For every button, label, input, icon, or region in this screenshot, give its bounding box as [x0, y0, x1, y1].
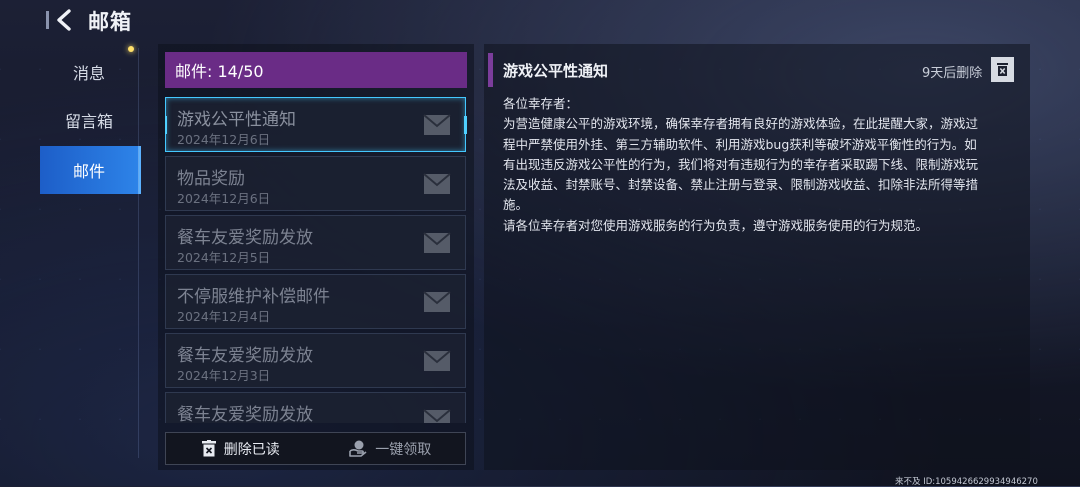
delete-read-button[interactable]: 删除已读 [166, 433, 316, 464]
mail-item[interactable]: 不停服维护补偿邮件 2024年12月4日 [165, 274, 466, 329]
mail-subject: 不停服维护补偿邮件 [177, 287, 330, 307]
mail-subject: 餐车友爱奖励发放 [177, 228, 313, 248]
mail-date: 2024年12月3日 [177, 368, 271, 383]
mail-item[interactable]: 餐车友爱奖励发放 [165, 392, 466, 423]
mail-body-greeting: 各位幸存者： [503, 96, 579, 111]
mail-body-line: 请各位幸存者对您使用游戏服务的行为负责，遵守游戏服务使用的行为规范。 [503, 217, 929, 233]
expire-label: 9天后删除 [922, 66, 983, 81]
trash-icon [201, 440, 216, 457]
mail-subject: 游戏公平性通知 [177, 110, 296, 130]
mail-item[interactable]: 游戏公平性通知 2024年12月6日 [165, 97, 467, 152]
mail-body-line: 施。 [503, 197, 529, 213]
envelope-icon [423, 114, 451, 135]
claim-hand-icon [349, 440, 367, 457]
mail-date: 2024年12月6日 [177, 191, 271, 206]
claim-all-button[interactable]: 一键领取 [316, 433, 466, 464]
mail-body-line: 法及收益、封禁账号、封禁设备、禁止注册与登录、限制游戏收益、扣除非法所得等措 [503, 177, 979, 193]
header: 邮箱 [0, 0, 400, 42]
envelope-icon [423, 232, 451, 253]
mail-body-line: 有出现违反游戏公平性的行为，我们将对有违规行为的幸存者采取踢下线、限制游戏玩 [503, 156, 979, 172]
mail-body-line: 为营造健康公平的游戏环境，确保幸存者拥有良好的游戏体验，在此提醒大家，游戏过 [503, 116, 979, 132]
envelope-icon [423, 173, 451, 194]
nav-divider [138, 48, 139, 458]
back-arrow-icon[interactable] [54, 9, 76, 31]
mail-body-line: 程中严禁使用外挂、第三方辅助软件、利用游戏bug获利等破坏游戏平衡性的行为。如 [503, 136, 977, 152]
mail-body: 各位幸存者： 为营造健康公平的游戏环境，确保幸存者拥有良好的游戏体验，在此提醒大… [503, 94, 1015, 236]
mail-item[interactable]: 餐车友爱奖励发放 2024年12月5日 [165, 215, 466, 270]
mail-subject: 物品奖励 [177, 169, 245, 189]
envelope-icon [423, 409, 451, 423]
nav-item-mail[interactable]: 邮件 [40, 146, 141, 194]
envelope-icon [423, 291, 451, 312]
mail-count-bar: 邮件: 14/50 [165, 52, 467, 88]
envelope-icon [423, 350, 451, 371]
trash-icon [997, 63, 1008, 76]
mail-detail-title: 游戏公平性通知 [503, 62, 609, 80]
page-title: 邮箱 [88, 10, 132, 34]
delete-mail-button[interactable] [991, 57, 1014, 82]
mail-subject: 餐车友爱奖励发放 [177, 405, 313, 423]
mail-date: 2024年12月5日 [177, 250, 271, 265]
mail-list[interactable]: 游戏公平性通知 2024年12月6日 物品奖励 2024年12月6日 餐车友爱奖… [165, 97, 467, 423]
delete-read-label: 删除已读 [223, 441, 280, 458]
nav-item-guestbook[interactable]: 留言箱 [40, 96, 138, 144]
header-notch [46, 11, 49, 29]
mail-subject: 餐车友爱奖励发放 [177, 346, 313, 366]
mail-count-label: 邮件: 14/50 [175, 62, 264, 81]
mail-date: 2024年12月6日 [177, 132, 271, 147]
claim-all-label: 一键领取 [375, 441, 432, 458]
mail-item[interactable]: 餐车友爱奖励发放 2024年12月3日 [165, 333, 466, 388]
mail-date: 2024年12月4日 [177, 309, 271, 324]
nav-item-messages[interactable]: 消息 [40, 48, 138, 96]
detail-accent-bar [488, 53, 493, 87]
mail-action-bar: 删除已读 一键领取 [165, 432, 466, 465]
player-id-label: 来不及 ID:1059426629934946270 [895, 477, 1038, 487]
mail-item[interactable]: 物品奖励 2024年12月6日 [165, 156, 466, 211]
